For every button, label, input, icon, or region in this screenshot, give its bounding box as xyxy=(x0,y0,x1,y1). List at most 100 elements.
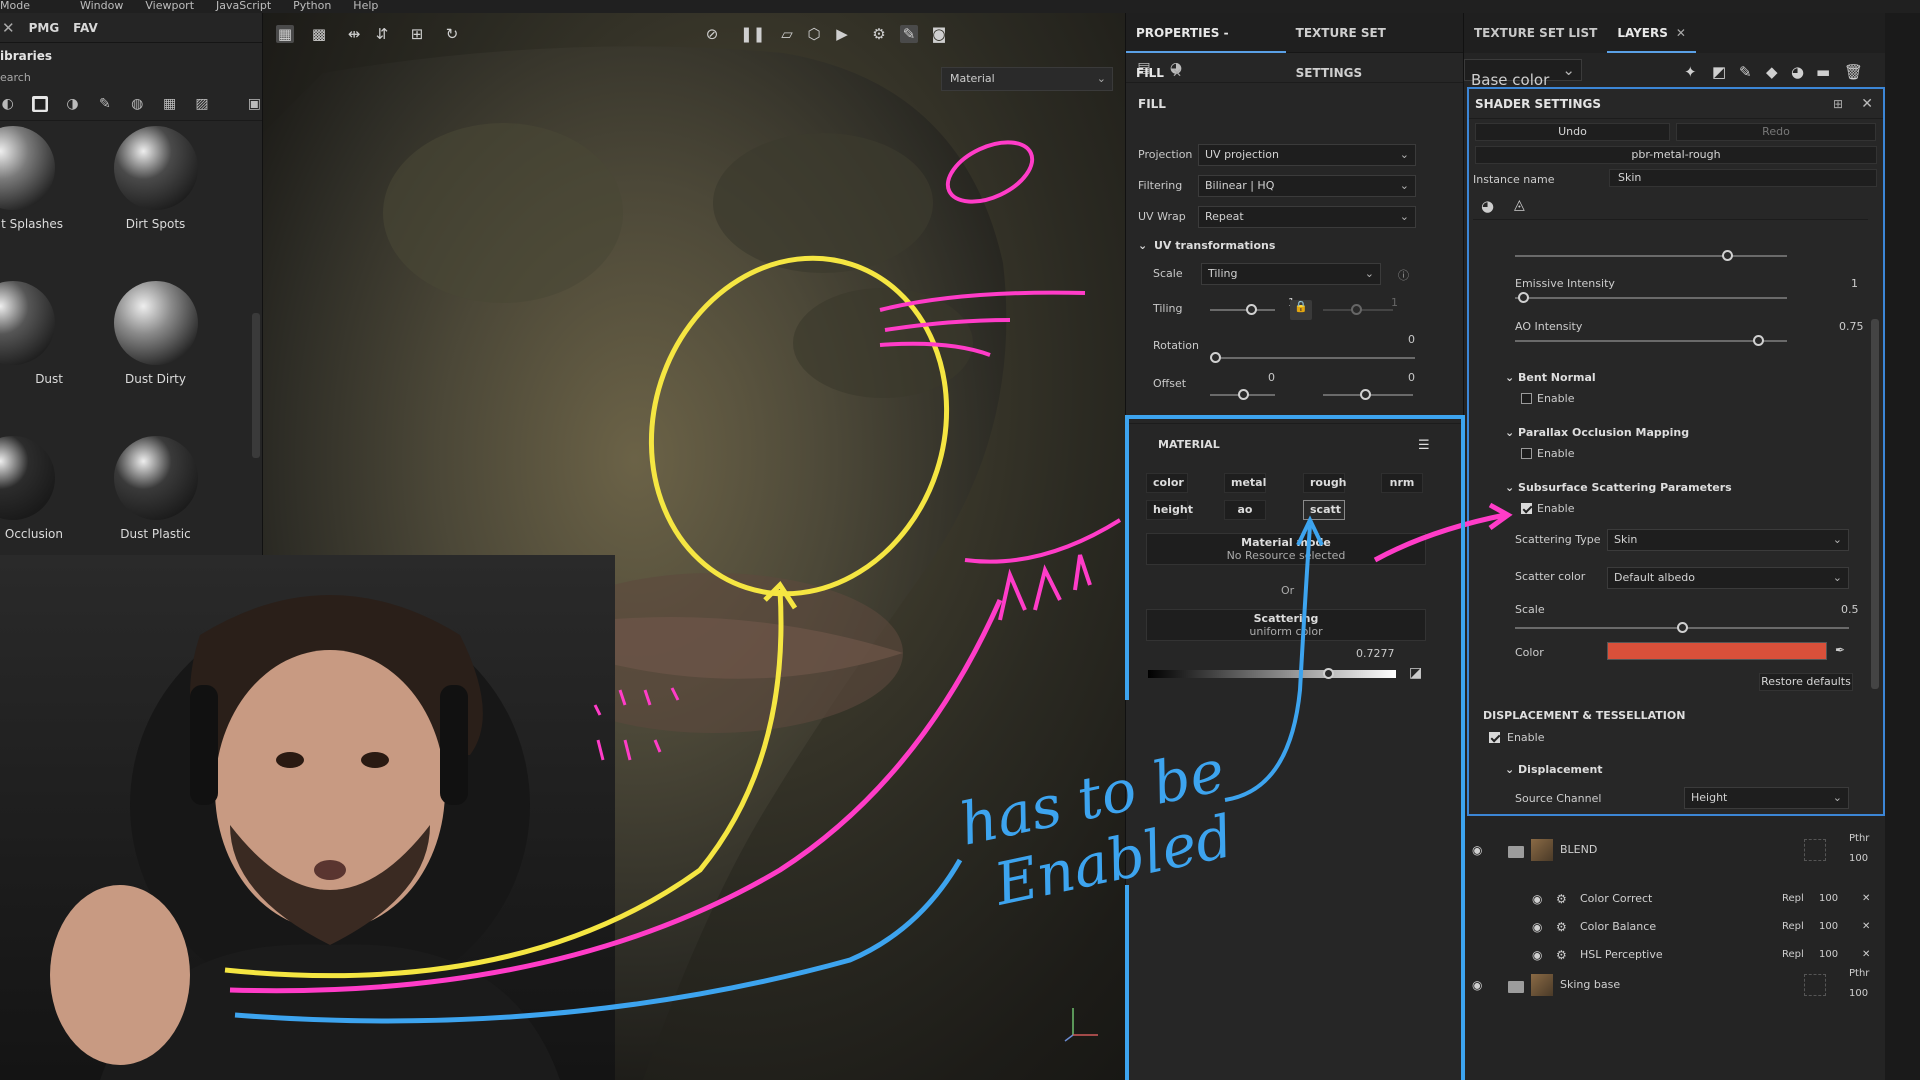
close-icon[interactable]: ✕ xyxy=(2,19,15,37)
sss-enable-checkbox[interactable] xyxy=(1521,503,1532,514)
material-thumbnail[interactable]: Dust Dirty xyxy=(93,276,218,431)
slider-knob[interactable] xyxy=(1753,335,1764,346)
shader-selector[interactable]: pbr-metal-rough xyxy=(1475,146,1877,164)
layer-folder-row[interactable]: ◉ Sking base Pthr 100 xyxy=(1464,966,1886,1010)
menu-viewport[interactable]: Viewport xyxy=(145,0,194,13)
tiling-v-slider[interactable] xyxy=(1323,304,1393,315)
brush-icon[interactable]: ✎ xyxy=(97,96,112,112)
camera-icon[interactable]: ▶ xyxy=(833,25,851,43)
align-icon[interactable]: ⇵ xyxy=(373,25,391,43)
view-2d-icon[interactable]: ▱ xyxy=(778,25,796,43)
shader-scrollbar[interactable] xyxy=(1871,319,1879,689)
mask-slot[interactable] xyxy=(1804,839,1826,861)
slider-knob[interactable] xyxy=(1351,304,1362,315)
blend-mode[interactable]: Pthr xyxy=(1849,833,1869,844)
parallax-checkbox[interactable] xyxy=(1521,448,1532,459)
eyedropper-icon[interactable]: ✒ xyxy=(1835,643,1845,657)
folder-icon[interactable]: ▬ xyxy=(1816,63,1830,81)
environment-icon[interactable]: ▨ xyxy=(194,96,209,112)
trash-icon[interactable]: 🗑 xyxy=(1844,63,1863,81)
emissive-slider[interactable] xyxy=(1515,292,1787,303)
smart-material-icon[interactable]: ◑ xyxy=(65,96,80,112)
close-icon[interactable]: ✕ xyxy=(1172,66,1182,80)
tab-texture-set-settings[interactable]: TEXTURE SET SETTINGS xyxy=(1286,13,1463,80)
channel-button-scatt[interactable]: scatt xyxy=(1303,500,1345,520)
half-circle-icon[interactable]: ◐ xyxy=(0,96,15,112)
tab-pmg[interactable]: PMG xyxy=(29,21,60,35)
info-icon[interactable]: ⓘ xyxy=(1398,267,1409,283)
tab-layers[interactable]: LAYERS ✕ xyxy=(1607,13,1696,53)
displacement-header[interactable]: ⌄ Displacement xyxy=(1505,763,1603,776)
material-filter-icon[interactable]: ■ xyxy=(32,95,48,112)
bent-normal-header[interactable]: ⌄ Bent Normal xyxy=(1505,371,1596,384)
redo-button[interactable]: Redo xyxy=(1676,123,1876,141)
sss-header[interactable]: ⌄ Subsurface Scattering Parameters xyxy=(1505,481,1732,494)
prev-param-slider[interactable] xyxy=(1515,250,1787,261)
uvwrap-dropdown[interactable]: Repeat ⌄ xyxy=(1198,206,1416,228)
blend-mode[interactable]: Repl xyxy=(1782,949,1804,960)
scatter-color-dropdown[interactable]: Default albedo ⌄ xyxy=(1607,567,1849,589)
slider-knob[interactable] xyxy=(1518,292,1529,303)
displacement-enable-checkbox[interactable] xyxy=(1489,732,1500,743)
menu-python[interactable]: Python xyxy=(293,0,331,13)
procedural-icon[interactable]: ▦ xyxy=(162,96,177,112)
filtering-dropdown[interactable]: Bilinear | HQ ⌄ xyxy=(1198,175,1416,197)
channel-select[interactable]: Base color ⌄ xyxy=(1464,59,1582,89)
scale-dropdown[interactable]: Tiling ⌄ xyxy=(1201,263,1381,285)
layer-folder-row[interactable]: ◉ BLEND Pthr 100 xyxy=(1464,831,1886,875)
picker-icon[interactable]: ◪ xyxy=(1409,665,1422,681)
magic-wand-icon[interactable]: ✦ xyxy=(1684,63,1697,81)
slider-knob[interactable] xyxy=(1722,250,1733,261)
menu-lines-icon[interactable]: ☰ xyxy=(1418,438,1430,453)
material-thumbnail[interactable]: t Splashes xyxy=(0,121,75,276)
visibility-eye-icon[interactable]: ◉ xyxy=(1532,920,1542,934)
display-mode-select[interactable]: Material ⌄ xyxy=(941,67,1113,91)
menu-help[interactable]: Help xyxy=(353,0,378,13)
material-mode-box[interactable]: Material mode No Resource selected xyxy=(1146,533,1426,565)
parallax-header[interactable]: ⌄ Parallax Occlusion Mapping xyxy=(1505,426,1689,439)
search-input[interactable]: earch xyxy=(0,69,262,87)
channel-button-ao[interactable]: ao xyxy=(1224,500,1266,520)
projection-dropdown[interactable]: UV projection ⌄ xyxy=(1198,144,1416,166)
channel-button-height[interactable]: height xyxy=(1146,500,1193,520)
bent-normal-checkbox[interactable] xyxy=(1521,393,1532,404)
remove-filter-icon[interactable]: ✕ xyxy=(1862,949,1870,960)
menu-mode[interactable]: Mode xyxy=(0,0,30,13)
shader-params-icon[interactable]: ◬ xyxy=(1514,197,1525,213)
alpha-icon[interactable]: ◍ xyxy=(130,96,145,112)
slider-knob[interactable] xyxy=(1238,389,1249,400)
channel-button-nrm[interactable]: nrm xyxy=(1381,473,1423,493)
offset-v-slider[interactable] xyxy=(1323,389,1413,400)
material-thumbnail[interactable]: Dust xyxy=(0,276,75,431)
source-channel-dropdown[interactable]: Height ⌄ xyxy=(1684,787,1849,809)
filter-layer-row[interactable]: ◉ ⚙ HSL Perceptive Repl 100 ✕ xyxy=(1464,942,1886,968)
channel-button-metal[interactable]: metal xyxy=(1224,473,1266,493)
slider-knob[interactable] xyxy=(1323,668,1334,679)
layer-opacity[interactable]: 100 xyxy=(1819,949,1838,960)
hide-icon[interactable]: ⊘ xyxy=(703,25,721,43)
channel-button-color[interactable]: color xyxy=(1146,473,1188,493)
blend-mode[interactable]: Repl xyxy=(1782,921,1804,932)
screenshot-icon[interactable]: ◙ xyxy=(930,25,948,43)
scatter-color-swatch[interactable] xyxy=(1607,642,1827,660)
fill-layer-icon[interactable]: ◆ xyxy=(1766,63,1778,81)
tab-texture-set-list[interactable]: TEXTURE SET LIST xyxy=(1464,13,1607,53)
viewport-mode-icon[interactable]: ▦ xyxy=(276,25,294,43)
rotation-slider[interactable] xyxy=(1210,352,1415,363)
paint-brush-icon[interactable]: ✎ xyxy=(900,25,918,43)
visibility-eye-icon[interactable]: ◉ xyxy=(1532,948,1542,962)
tab-properties-fill[interactable]: PROPERTIES - FILL ✕ xyxy=(1126,13,1286,80)
remove-filter-icon[interactable]: ✕ xyxy=(1862,893,1870,904)
restore-defaults-button[interactable]: Restore defaults xyxy=(1759,673,1853,691)
visibility-eye-icon[interactable]: ◉ xyxy=(1532,892,1542,906)
filter-layer-row[interactable]: ◉ ⚙ Color Balance Repl 100 ✕ xyxy=(1464,914,1886,940)
frame-icon[interactable]: ⊞ xyxy=(408,25,426,43)
remove-filter-icon[interactable]: ✕ xyxy=(1862,921,1870,932)
offset-u-slider[interactable] xyxy=(1210,389,1275,400)
scattering-box[interactable]: Scattering uniform color xyxy=(1146,609,1426,641)
menu-javascript[interactable]: JavaScript xyxy=(216,0,271,13)
symmetry-icon[interactable]: ⇹ xyxy=(345,25,363,43)
slider-knob[interactable] xyxy=(1246,304,1257,315)
uv-grid-icon[interactable]: ▩ xyxy=(310,25,328,43)
layer-opacity[interactable]: 100 xyxy=(1819,893,1838,904)
